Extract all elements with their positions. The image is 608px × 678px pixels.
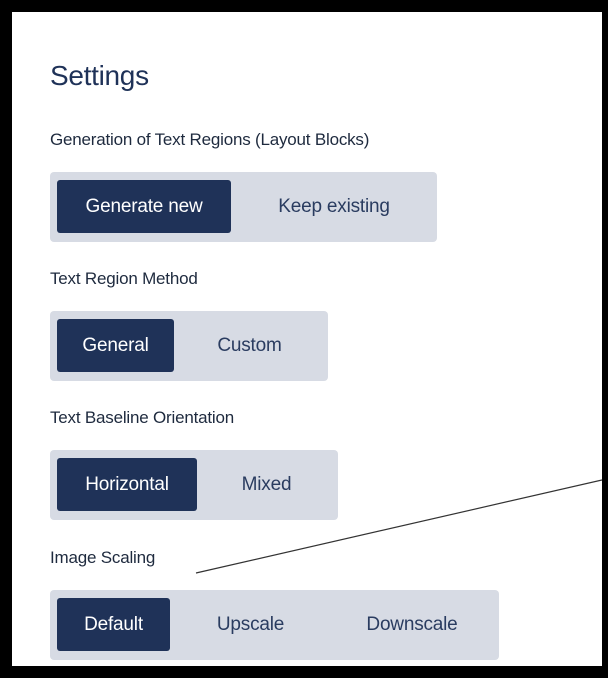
annotation-pointer-line xyxy=(195,479,602,574)
settings-panel: Settings Generation of Text Regions (Lay… xyxy=(12,12,602,666)
